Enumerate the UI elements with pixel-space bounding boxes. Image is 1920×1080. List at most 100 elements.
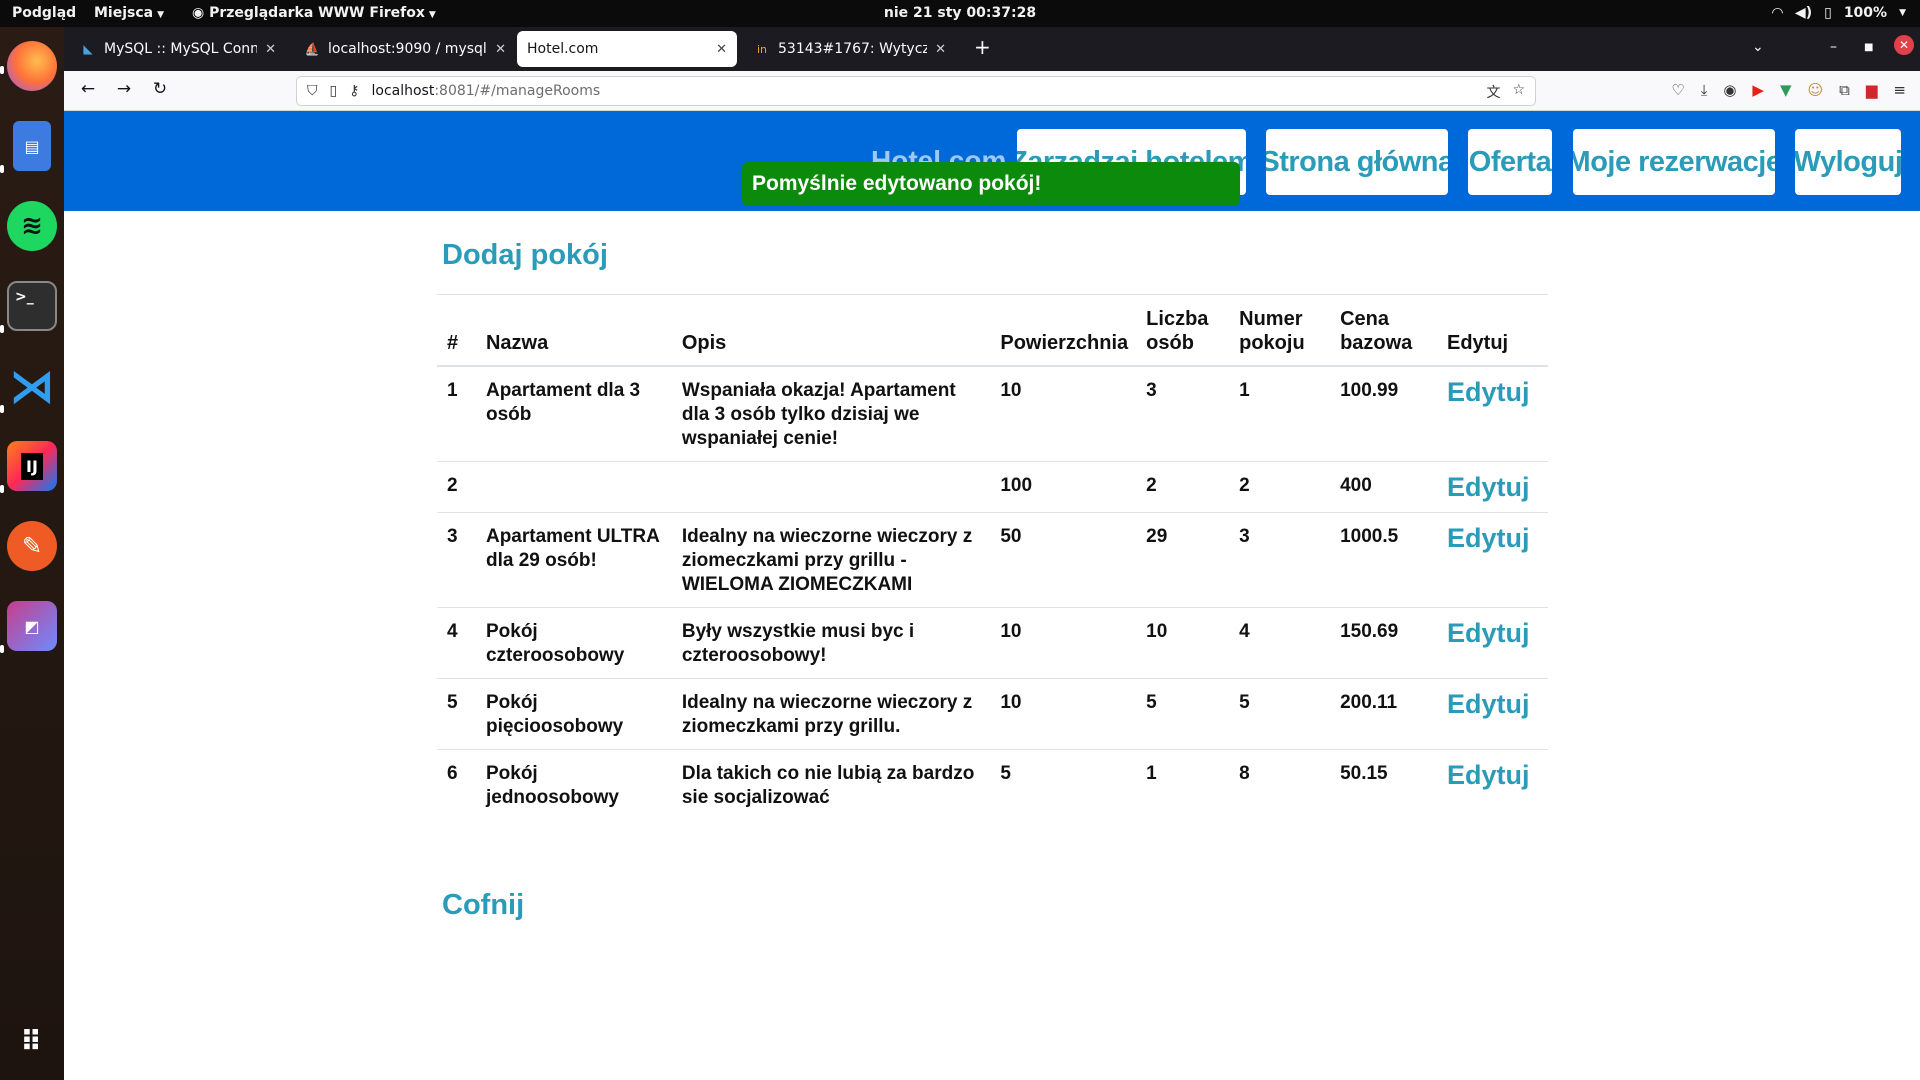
terminal-icon[interactable]: >_ xyxy=(7,281,57,331)
nav-bar: ← → ↻ ⛉ ▯ ⚷ localhost:8081/#/manageRooms… xyxy=(64,71,1920,111)
cell-people: 2 xyxy=(1136,461,1230,513)
cell-price: 200.11 xyxy=(1330,678,1437,750)
column-header-edit: Edytuj xyxy=(1437,294,1548,367)
cell-index: 5 xyxy=(437,678,476,750)
table-row: 2 100 2 2 400 Edytuj xyxy=(437,461,1548,513)
column-header-index: # xyxy=(437,294,476,367)
menu-icon[interactable]: ≡ xyxy=(1893,81,1906,99)
cell-area: 10 xyxy=(990,366,1137,462)
cell-price: 400 xyxy=(1330,461,1437,513)
firefox-icon[interactable] xyxy=(7,41,57,91)
close-icon[interactable]: ✕ xyxy=(495,42,506,57)
tab-title: MySQL :: MySQL Connect xyxy=(104,41,258,57)
pocket-icon[interactable]: ♡ xyxy=(1671,81,1684,99)
tab-title: 53143#1767: Wytyczne xyxy=(778,41,928,57)
cell-description: Dla takich co nie lubią za bardzo sie so… xyxy=(681,763,975,808)
table-header-row: # Nazwa Opis Powierzchnia Liczba osób Nu… xyxy=(437,294,1548,367)
running-indicator xyxy=(0,645,4,653)
wifi-icon: ◠ xyxy=(1772,5,1783,21)
shield-icon[interactable]: ⛉ xyxy=(307,83,318,99)
close-window-button[interactable]: ✕ xyxy=(1894,35,1914,55)
list-tabs-button[interactable]: ⌄ xyxy=(1752,39,1764,55)
extension-avatar-icon[interactable]: ☺ xyxy=(1808,81,1824,99)
red-extension-icon[interactable]: ▆ xyxy=(1866,81,1878,99)
tab-phpmyadmin[interactable]: ⛵ localhost:9090 / mysql / h ✕ xyxy=(294,31,516,67)
account-icon[interactable]: ◉ xyxy=(1723,81,1736,99)
page-icon[interactable]: ▯ xyxy=(330,83,338,99)
postman-icon[interactable]: ✎ xyxy=(7,521,57,571)
extensions-icon[interactable]: ⧉ xyxy=(1839,81,1850,99)
chevron-down-icon: ▼ xyxy=(1899,8,1906,18)
cell-room-number: 3 xyxy=(1229,512,1331,608)
edit-room-link[interactable]: Edytuj xyxy=(1437,461,1548,513)
vue-devtools-icon[interactable]: ▼ xyxy=(1780,81,1792,99)
table-row: 6 Pokój jednoosobowy Dla takich co nie l… xyxy=(437,750,1548,821)
back-link[interactable]: Cofnij xyxy=(442,889,524,922)
running-indicator xyxy=(0,325,4,333)
system-tray[interactable]: ◠ ◀) ▯ 100% ▼ xyxy=(1772,5,1906,21)
cell-room-number: 8 xyxy=(1239,763,1250,784)
app-grid-icon[interactable]: ⠿ xyxy=(7,1016,57,1066)
vscode-icon[interactable]: ⋊ xyxy=(7,359,57,413)
edit-room-link[interactable]: Edytuj xyxy=(1437,750,1548,821)
column-header-description: Opis xyxy=(671,294,991,367)
running-indicator xyxy=(0,485,4,493)
column-header-name: Nazwa xyxy=(475,294,672,367)
youtube-icon[interactable]: ▶ xyxy=(1752,81,1764,99)
logout-button[interactable]: Wyloguj xyxy=(1795,129,1901,195)
download-icon[interactable]: ⤓ xyxy=(1701,81,1708,99)
forward-arrow-icon[interactable]: → xyxy=(112,79,136,99)
spotify-icon[interactable]: ≋ xyxy=(7,201,57,251)
cell-room-number: 5 xyxy=(1229,678,1331,750)
cell-area: 5 xyxy=(1000,763,1011,784)
battery-percent: 100% xyxy=(1843,5,1888,21)
close-icon[interactable]: ✕ xyxy=(265,42,276,57)
screenshot-app-icon[interactable]: ◩ xyxy=(7,601,57,651)
clock[interactable]: nie 21 sty 00:37:28 xyxy=(0,5,1920,21)
cell-index: 2 xyxy=(437,461,476,513)
tab-bar: ◣ MySQL :: MySQL Connect ✕ ⛵ localhost:9… xyxy=(64,27,1920,71)
maximize-button[interactable]: ■ xyxy=(1864,42,1873,53)
rooms-table: # Nazwa Opis Powierzchnia Liczba osób Nu… xyxy=(437,294,1548,820)
cell-people: 1 xyxy=(1146,763,1157,784)
add-room-link[interactable]: Dodaj pokój xyxy=(442,239,608,272)
cell-area: 10 xyxy=(990,607,1137,679)
home-button[interactable]: Strona główna xyxy=(1266,129,1448,195)
new-tab-button[interactable]: + xyxy=(974,35,991,59)
files-icon[interactable]: ▤ xyxy=(13,121,51,171)
table-row: 5 Pokój pięcioosobowy Idealny na wieczor… xyxy=(437,678,1548,750)
table-row: 3 Apartament ULTRA dla 29 osób! Idealny … xyxy=(437,512,1548,608)
close-icon[interactable]: ✕ xyxy=(716,42,727,57)
translate-icon[interactable]: 文 xyxy=(1486,82,1500,102)
url-bar[interactable]: ⛉ ▯ ⚷ localhost:8081/#/manageRooms 文 ☆ xyxy=(296,76,1536,106)
reload-icon[interactable]: ↻ xyxy=(148,79,172,99)
edit-room-link[interactable]: Edytuj xyxy=(1437,607,1548,679)
volume-icon: ◀) xyxy=(1794,5,1813,21)
minimize-button[interactable]: – xyxy=(1830,39,1837,55)
edit-room-link[interactable]: Edytuj xyxy=(1437,366,1548,462)
cell-area: 50 xyxy=(990,512,1137,608)
cell-price: 1000.5 xyxy=(1330,512,1437,608)
cell-description xyxy=(671,461,991,513)
cell-area: 100 xyxy=(990,461,1137,513)
my-bookings-button[interactable]: Moje rezerwacje xyxy=(1573,129,1775,195)
close-icon[interactable]: ✕ xyxy=(935,42,946,57)
bookmark-star-icon[interactable]: ☆ xyxy=(1512,82,1525,102)
back-arrow-icon[interactable]: ← xyxy=(76,79,100,99)
success-toast: Pomyślnie edytowano pokój! xyxy=(742,162,1240,206)
intellij-icon[interactable]: IJ xyxy=(7,441,57,491)
tab-title: Hotel.com xyxy=(527,41,599,57)
tab-mysql[interactable]: ◣ MySQL :: MySQL Connect ✕ xyxy=(70,31,286,67)
system-top-bar: Podgląd Miejsca ▼ ◉ Przeglądarka WWW Fire… xyxy=(0,0,1920,27)
battery-icon: ▯ xyxy=(1824,5,1832,21)
tab-jira[interactable]: in 53143#1767: Wytyczne ✕ xyxy=(744,31,956,67)
cell-index: 4 xyxy=(437,607,476,679)
cell-name: Apartament dla 3 osób xyxy=(475,366,672,462)
tab-hotel[interactable]: Hotel.com ✕ xyxy=(517,31,737,67)
running-indicator xyxy=(0,405,4,413)
edit-room-link[interactable]: Edytuj xyxy=(1437,678,1548,750)
key-icon[interactable]: ⚷ xyxy=(349,83,359,99)
edit-room-link[interactable]: Edytuj xyxy=(1437,512,1548,608)
cell-people: 10 xyxy=(1136,607,1230,679)
offer-button[interactable]: Oferta xyxy=(1468,129,1552,195)
